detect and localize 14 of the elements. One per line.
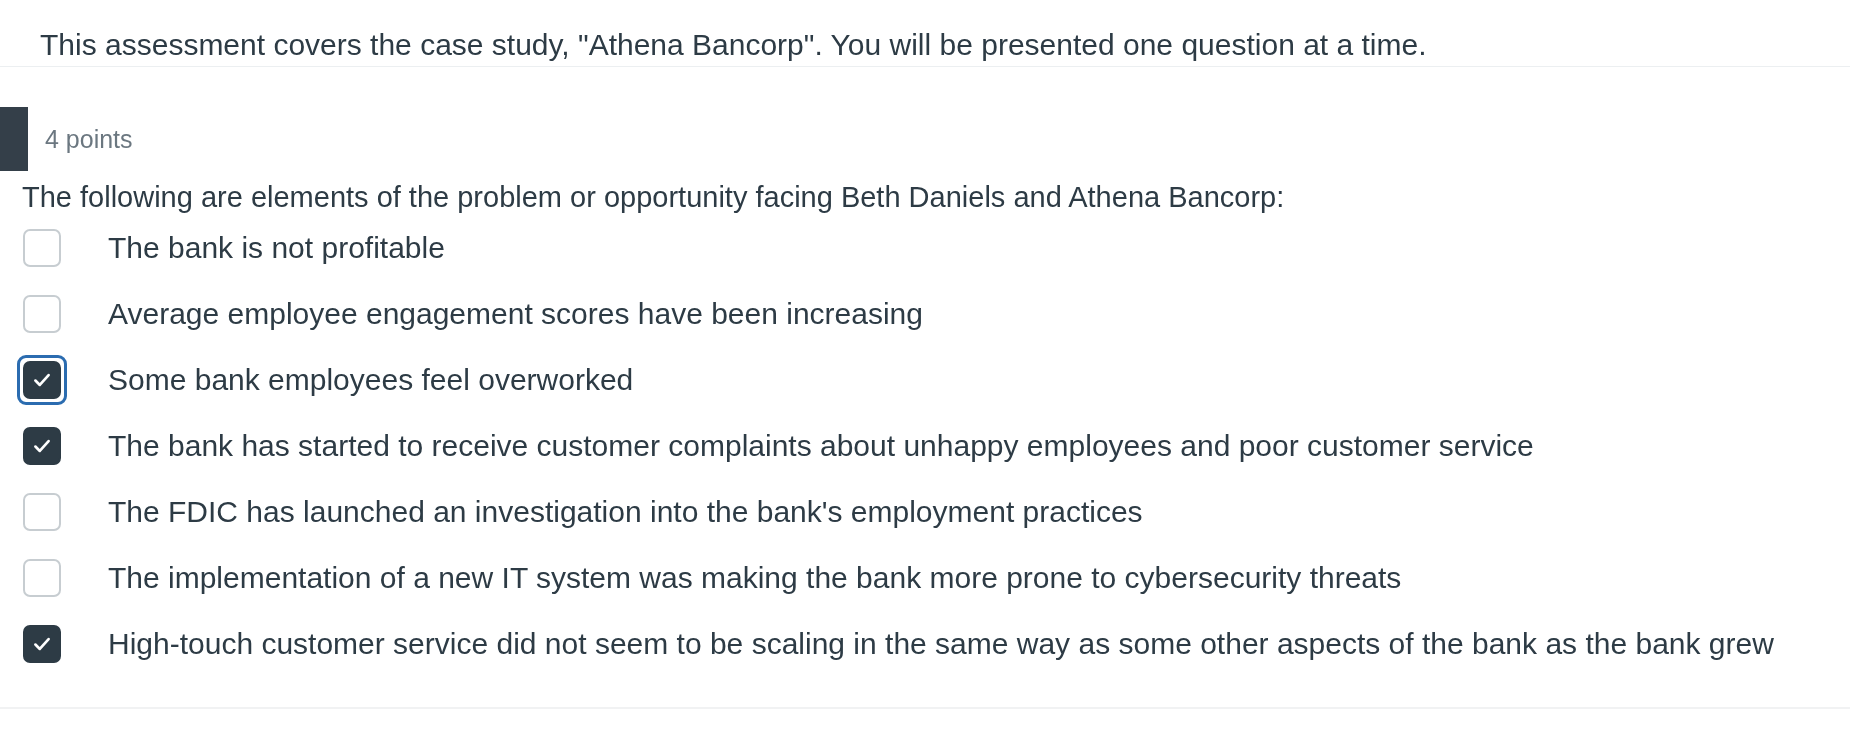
question-text: The following are elements of the problem or opportunity facing Beth Daniels and Athena Bancorp:	[22, 180, 1286, 215]
points-label: 4 points	[45, 124, 133, 154]
option-label[interactable]: The FDIC has launched an investigation into the bank's employment practices	[108, 495, 1143, 529]
assessment-intro-text: This assessment covers the case study, "Athena Bancorp". You will be presented one question at a time.	[40, 30, 1428, 60]
option-label[interactable]: The bank has started to receive customer complaints about unhappy employees and poor customer service	[108, 429, 1534, 463]
option-label[interactable]: Average employee engagement scores have been increasing	[108, 297, 923, 331]
option-label[interactable]: The bank is not profitable	[108, 231, 445, 265]
question-marker	[0, 107, 28, 171]
checkbox[interactable]	[23, 625, 61, 663]
option-label[interactable]: High-touch customer service did not seem to be scaling in the same way as some other aspects of the bank as the bank grew	[108, 627, 1774, 661]
option-label[interactable]: The implementation of a new IT system was making the bank more prone to cybersecurity threats	[108, 561, 1402, 595]
option-label[interactable]: Some bank employees feel overworked	[108, 363, 634, 397]
checkbox[interactable]	[23, 427, 61, 465]
checkbox[interactable]	[23, 361, 61, 399]
